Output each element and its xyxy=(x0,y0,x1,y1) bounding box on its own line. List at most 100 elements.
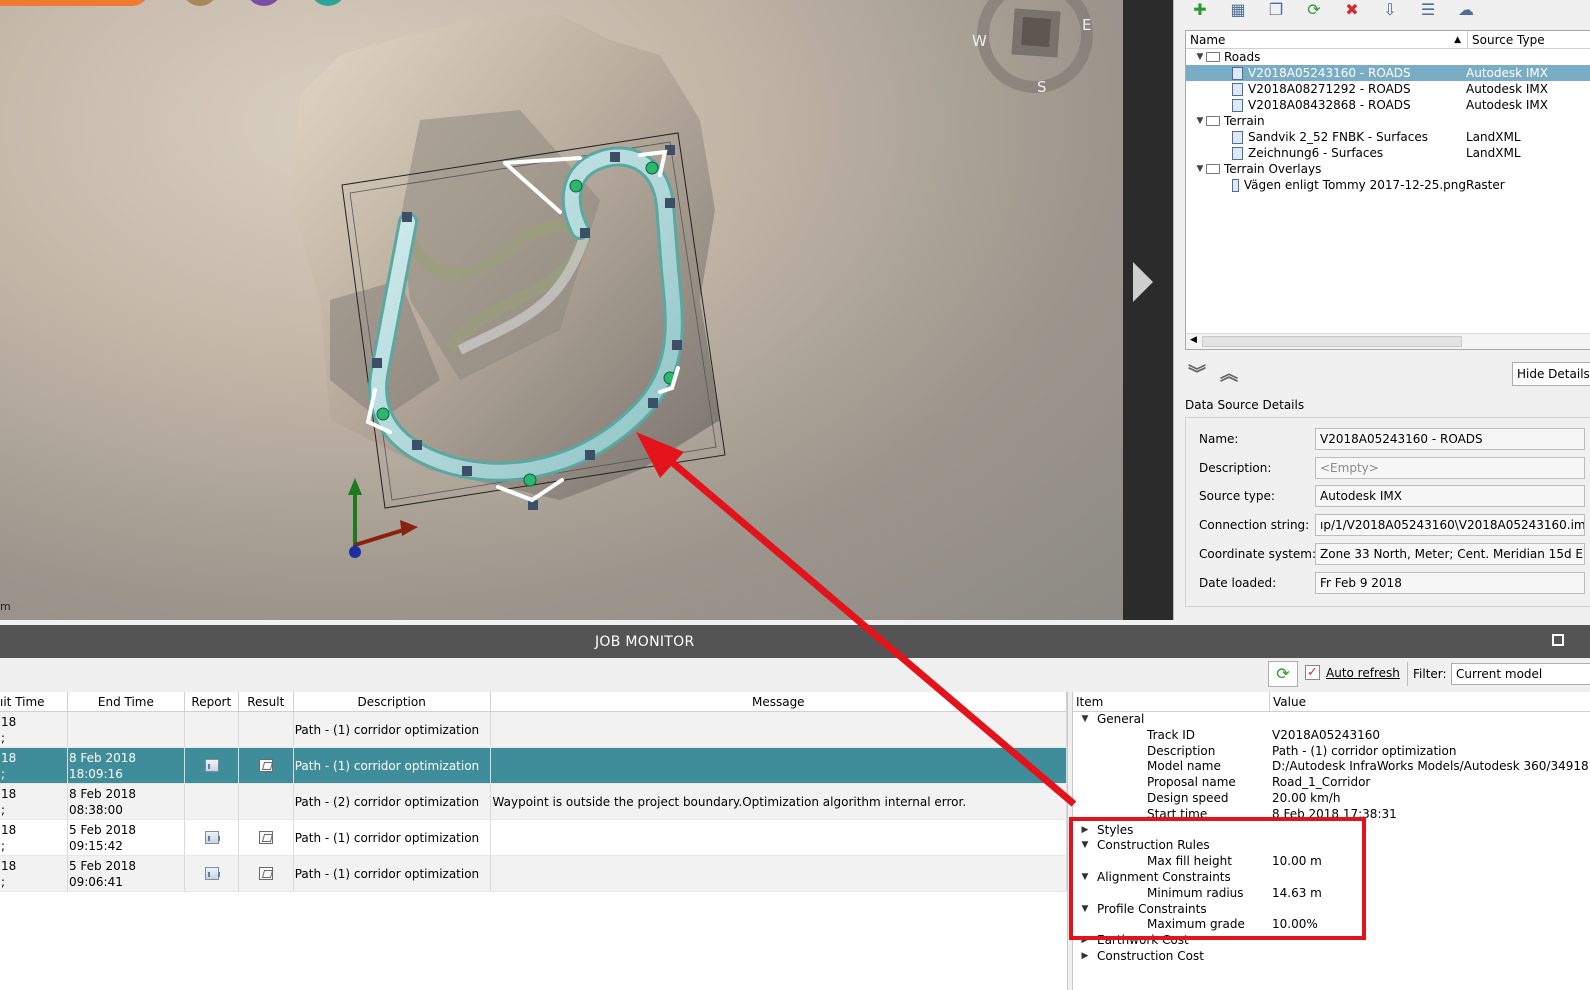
column-header-result[interactable]: Result xyxy=(239,692,294,711)
expand-toggle-icon[interactable]: ▼ xyxy=(1194,161,1206,177)
expand-toggle-icon[interactable]: ▼ xyxy=(1194,49,1206,65)
tree-item-row[interactable]: V2018A08271292 - ROADS Autodesk IMX xyxy=(1186,81,1590,97)
submit-time-cell: 18; xyxy=(0,712,68,747)
expand-toggle-icon[interactable]: ▼ xyxy=(1194,113,1206,129)
property-group-row[interactable]: ▶ Styles xyxy=(1073,823,1590,839)
restore-window-icon[interactable] xyxy=(1552,634,1564,646)
tree-folder-row[interactable]: ▼ Terrain xyxy=(1186,113,1590,129)
tree-folder-row[interactable]: ▼ Terrain Overlays xyxy=(1186,161,1590,177)
document-icon xyxy=(1232,178,1239,192)
job-properties-pane[interactable]: Item Value ▼ General Track ID V2018A0524316… xyxy=(1072,692,1590,990)
property-label: Proposal name xyxy=(1147,775,1236,790)
toolbar-divider xyxy=(1407,662,1408,686)
report-cell[interactable] xyxy=(185,748,239,783)
collapse-all-icon[interactable]: ︽ xyxy=(1220,360,1238,386)
report-cell[interactable] xyxy=(185,856,239,891)
date-loaded-field[interactable]: Fr Feb 9 2018 xyxy=(1315,572,1585,594)
tree-item-label: V2018A05243160 - ROADS xyxy=(1248,66,1411,80)
property-group-row[interactable]: ▼ Alignment Constraints xyxy=(1073,870,1590,886)
jobs-table[interactable]: ıit Time End Time Report Result Descript… xyxy=(0,692,1068,990)
property-group-row[interactable]: ▼ General xyxy=(1073,712,1590,728)
add-data-source-icon[interactable]: ✚ xyxy=(1188,0,1212,20)
result-cell[interactable] xyxy=(239,748,294,783)
column-header-description[interactable]: Description xyxy=(294,692,491,711)
database-icon[interactable]: ▦ xyxy=(1226,0,1250,20)
description-cell: Path - (1) corridor optimization xyxy=(294,856,491,891)
tree-item-row[interactable]: Sandvik 2_52 FNBK - Surfaces LandXML xyxy=(1186,129,1590,145)
column-header-item[interactable]: Item xyxy=(1073,692,1270,711)
data-sources-toolbar: ✚ ▦ ❐ ⟳ ✖ ⇩ ☰ ☁ xyxy=(1188,0,1478,22)
group-toggle-icon[interactable]: ▶ xyxy=(1073,949,1097,965)
svg-text:W: W xyxy=(972,32,987,50)
property-group-row[interactable]: ▼ Construction Rules xyxy=(1073,838,1590,854)
report-chart-icon[interactable] xyxy=(204,831,220,844)
expand-all-icon[interactable]: ︾ xyxy=(1188,360,1206,386)
filter-dropdown[interactable]: Current model xyxy=(1451,663,1590,685)
refresh-icon[interactable]: ⟳ xyxy=(1302,0,1326,20)
job-row[interactable]: 18; 5 Feb 2018 09:15:42 Path - (1) corridor… xyxy=(0,820,1067,856)
end-time-cell: 8 Feb 2018 18:09:16 xyxy=(68,748,185,783)
source-type-field[interactable]: Autodesk IMX xyxy=(1315,485,1585,507)
group-toggle-icon[interactable]: ▼ xyxy=(1073,712,1097,728)
coordinate-system-field[interactable]: Zone 33 North, Meter; Cent. Meridian 15d… xyxy=(1315,543,1585,565)
property-label: Maximum grade xyxy=(1147,917,1245,932)
job-row[interactable]: 18; 8 Feb 2018 18:09:16 Path - (1) corridor… xyxy=(0,748,1067,784)
result-open-icon[interactable] xyxy=(259,867,274,880)
column-header-name[interactable]: Name ▲ xyxy=(1186,31,1468,48)
tree-item-row[interactable]: V2018A08432868 - ROADS Autodesk IMX xyxy=(1186,97,1590,113)
result-cell[interactable] xyxy=(239,856,294,891)
auto-refresh-toggle[interactable]: ✓ Auto refresh xyxy=(1305,665,1400,680)
result-cell[interactable] xyxy=(239,820,294,855)
group-toggle-icon[interactable]: ▼ xyxy=(1073,902,1097,918)
report-chart-icon[interactable] xyxy=(204,867,220,880)
hide-details-button[interactable]: Hide Details xyxy=(1512,362,1590,386)
description-cell: Path - (1) corridor optimization xyxy=(294,712,491,747)
3d-viewport[interactable]: W E S m xyxy=(0,0,1123,620)
group-toggle-icon[interactable]: ▼ xyxy=(1073,870,1097,886)
column-header-end-time[interactable]: End Time xyxy=(68,692,185,711)
tree-item-row[interactable]: Vägen enligt Tommy 2017-12-25.png Raster xyxy=(1186,177,1590,193)
description-field[interactable]: <Empty> xyxy=(1315,457,1585,479)
horizontal-scrollbar[interactable]: ◀ xyxy=(1186,333,1590,349)
group-toggle-icon[interactable]: ▶ xyxy=(1073,933,1097,949)
report-cell[interactable] xyxy=(185,820,239,855)
column-header-submit-time[interactable]: ıit Time xyxy=(0,692,68,711)
property-group-row[interactable]: ▼ Profile Constraints xyxy=(1073,902,1590,918)
column-header-message[interactable]: Message xyxy=(491,692,1067,711)
remove-cloud-icon[interactable]: ☁ xyxy=(1454,0,1478,20)
scrollbar-thumb[interactable] xyxy=(1202,336,1462,347)
tree-name-cell: ▼ Roads xyxy=(1186,49,1466,65)
column-header-report[interactable]: Report xyxy=(185,692,239,711)
report-chart-icon[interactable] xyxy=(204,759,220,772)
property-row: Maximum grade 10.00% xyxy=(1073,917,1590,933)
result-open-icon[interactable] xyxy=(259,759,274,772)
expand-panel-arrow-icon[interactable] xyxy=(1133,262,1153,302)
tree-folder-row[interactable]: ▼ Roads xyxy=(1186,49,1590,65)
description-cell: Path - (1) corridor optimization xyxy=(294,748,491,783)
data-sources-tree[interactable]: Name ▲ Source Type ▼ Roads V2018A05243160 -… xyxy=(1185,30,1590,350)
auto-refresh-checkbox[interactable]: ✓ xyxy=(1305,665,1320,680)
export-icon[interactable]: ⇩ xyxy=(1378,0,1402,20)
job-row[interactable]: 18; 5 Feb 2018 09:06:41 Path - (1) corridor… xyxy=(0,856,1067,892)
group-toggle-icon[interactable]: ▼ xyxy=(1073,838,1097,854)
scroll-left-icon[interactable]: ◀ xyxy=(1190,335,1197,345)
delete-icon[interactable]: ✖ xyxy=(1340,0,1364,20)
property-group-row[interactable]: ▶ Construction Cost xyxy=(1073,949,1590,965)
name-field[interactable]: V2018A05243160 - ROADS xyxy=(1315,428,1585,450)
copy-icon[interactable]: ❐ xyxy=(1264,0,1288,20)
column-header-value[interactable]: Value xyxy=(1270,692,1306,711)
group-toggle-icon[interactable]: ▶ xyxy=(1073,823,1097,839)
property-group-row[interactable]: ▶ Earthwork Cost xyxy=(1073,933,1590,949)
job-row[interactable]: 18; 8 Feb 2018 08:38:00 Path - (2) corridor… xyxy=(0,784,1067,820)
job-row[interactable]: 18; Path - (1) corridor optimization xyxy=(0,712,1067,748)
refresh-button[interactable]: ⟳ xyxy=(1268,661,1298,687)
message-cell xyxy=(491,712,1067,747)
properties-icon[interactable]: ☰ xyxy=(1416,0,1440,20)
tree-item-row[interactable]: V2018A05243160 - ROADS Autodesk IMX xyxy=(1186,65,1590,81)
column-header-source-type[interactable]: Source Type xyxy=(1468,31,1545,48)
tree-item-row[interactable]: Zeichnung6 - Surfaces LandXML xyxy=(1186,145,1590,161)
connection-string-field[interactable]: ıp/1/V2018A05243160\V2018A05243160.imx xyxy=(1315,514,1585,536)
panel-collapse-strip[interactable] xyxy=(1123,0,1173,620)
result-open-icon[interactable] xyxy=(259,831,274,844)
